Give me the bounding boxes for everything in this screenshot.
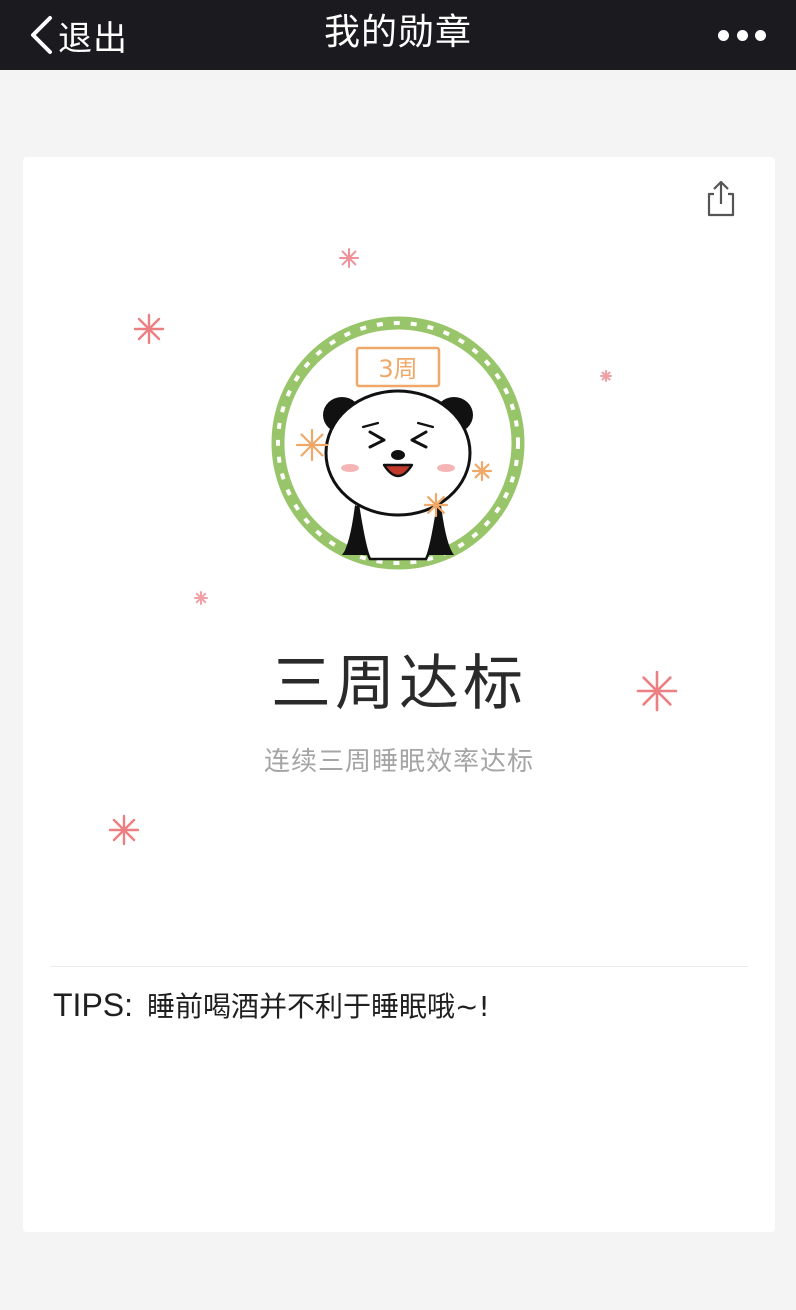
tips-text: 睡前喝酒并不利于睡眠哦~! bbox=[147, 990, 490, 1023]
navigation-bar: 退出 我的勋章 bbox=[0, 0, 796, 70]
period-label: 3周 bbox=[378, 355, 417, 383]
divider bbox=[51, 966, 748, 967]
medal-card: 3周 三周达标 连续三周睡眠效率达标 TIPS: 睡前喝酒并不利于睡眠哦~! bbox=[23, 157, 775, 1232]
page-title: 我的勋章 bbox=[323, 12, 472, 53]
share-icon[interactable] bbox=[699, 177, 741, 219]
more-button[interactable] bbox=[718, 22, 766, 48]
sparkle-icon bbox=[108, 814, 140, 846]
sparkle-icon bbox=[339, 248, 359, 268]
badge-title: 三周达标 bbox=[271, 649, 527, 719]
tips-line: TIPS: 睡前喝酒并不利于睡眠哦~! bbox=[53, 985, 490, 1025]
tips-label: TIPS: bbox=[53, 987, 134, 1023]
more-dots-icon bbox=[718, 29, 729, 41]
medal-badge: 3周 bbox=[271, 316, 525, 570]
sparkle-icon bbox=[600, 370, 612, 382]
badge-description: 连续三周睡眠效率达标 bbox=[263, 747, 534, 777]
sparkle-icon bbox=[133, 313, 165, 345]
sparkle-icon bbox=[194, 591, 208, 605]
